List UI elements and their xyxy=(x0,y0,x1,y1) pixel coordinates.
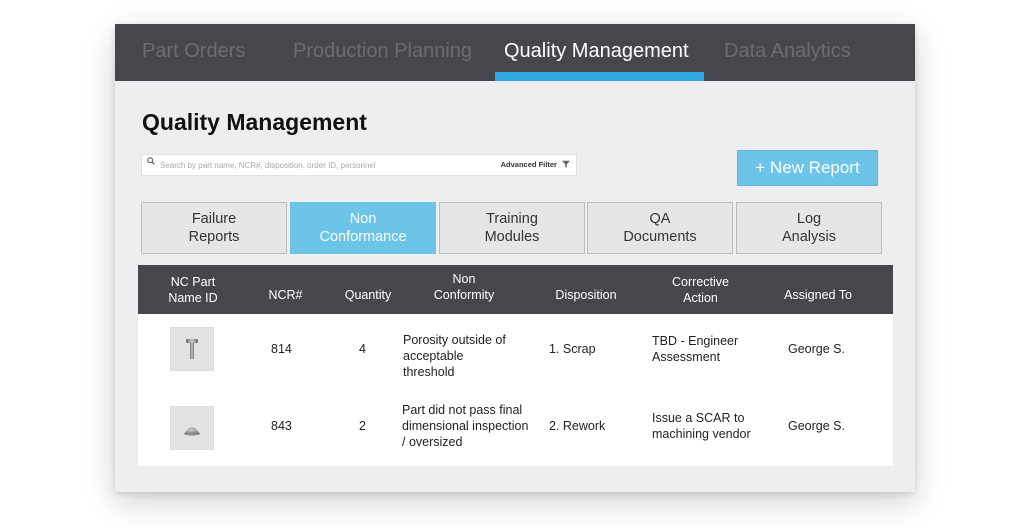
header-label: Action xyxy=(683,291,718,305)
category-label: Failure xyxy=(191,211,237,227)
category-label: Conformance xyxy=(319,229,407,245)
category-label: Analysis xyxy=(782,229,836,245)
search-bar: Advanced Filter xyxy=(141,154,577,176)
nonconformance-table: NC Part Name ID NCR# Quantity Non Conformi… xyxy=(138,265,893,466)
filter-icon xyxy=(562,160,570,168)
category-label: Non xyxy=(349,211,377,227)
text-line: dimensional inspection xyxy=(402,419,529,433)
table-row[interactable]: 814 4 Porosity outside of acceptable thr… xyxy=(138,314,893,390)
ncr-number: 843 xyxy=(271,419,292,433)
column-header-part-id[interactable]: NC Part Name ID xyxy=(168,274,218,306)
category-label: Log xyxy=(796,211,822,227)
disposition-value: 2. Rework xyxy=(549,419,606,433)
category-label: Modules xyxy=(484,229,540,245)
active-tab-indicator xyxy=(495,72,704,81)
disposition-value: 1. Scrap xyxy=(549,342,596,356)
advanced-filter-button[interactable]: Advanced Filter xyxy=(501,160,570,169)
quantity-value: 4 xyxy=(359,342,366,356)
header-label: Name ID xyxy=(168,291,218,305)
column-header-assigned-to[interactable]: Assigned To xyxy=(778,287,858,303)
corrective-action-text: Issue a SCAR to machining vendor xyxy=(652,410,751,442)
category-label: Reports xyxy=(188,229,240,245)
header-label: Corrective xyxy=(672,275,729,289)
page-title: Quality Management xyxy=(142,109,367,135)
dome-part-icon xyxy=(170,406,214,450)
category-training-modules[interactable]: Training Modules xyxy=(439,202,585,254)
advanced-filter-label: Advanced Filter xyxy=(500,160,557,169)
text-line: Assessment xyxy=(652,350,721,364)
bolt-part-icon xyxy=(170,327,214,371)
header-label: Conformity xyxy=(433,288,495,302)
table-header: NC Part Name ID NCR# Quantity Non Conformi… xyxy=(138,265,893,314)
category-label: Documents xyxy=(623,229,697,245)
quantity-value: 2 xyxy=(359,419,366,433)
category-failure-reports[interactable]: Failure Reports xyxy=(141,202,287,254)
assigned-to-value: George S. xyxy=(788,419,845,433)
app-window: Part Orders Production Planning Quality … xyxy=(115,24,915,492)
nonconformity-text: Porosity outside of acceptable threshold xyxy=(403,332,506,380)
text-line: acceptable xyxy=(403,349,464,363)
header-label: NC Part xyxy=(170,275,216,289)
tab-production-planning[interactable]: Production Planning xyxy=(293,40,472,63)
column-header-disposition[interactable]: Disposition xyxy=(551,287,621,303)
column-header-nonconformity[interactable]: Non Conformity xyxy=(424,271,504,303)
tab-part-orders[interactable]: Part Orders xyxy=(142,40,245,63)
table-row[interactable]: 843 2 Part did not pass final dimensiona… xyxy=(138,390,893,466)
column-header-ncr[interactable]: NCR# xyxy=(263,287,308,303)
corrective-action-text: TBD - Engineer Assessment xyxy=(652,333,738,365)
column-header-corrective-action[interactable]: Corrective Action xyxy=(663,274,738,306)
category-qa-documents[interactable]: QA Documents xyxy=(587,202,733,254)
text-line: / oversized xyxy=(402,435,463,449)
text-line: threshold xyxy=(403,365,455,379)
new-report-button[interactable]: + New Report xyxy=(737,150,878,186)
header-label: Non xyxy=(452,272,476,286)
tab-quality-management[interactable]: Quality Management xyxy=(504,40,689,63)
search-input[interactable] xyxy=(160,155,480,175)
text-line: TBD - Engineer xyxy=(652,334,739,348)
text-line: Porosity outside of xyxy=(403,333,506,347)
column-header-quantity[interactable]: Quantity xyxy=(338,287,398,303)
ncr-number: 814 xyxy=(271,342,292,356)
category-log-analysis[interactable]: Log Analysis xyxy=(736,202,882,254)
assigned-to-value: George S. xyxy=(788,342,845,356)
text-line: Issue a SCAR to xyxy=(652,411,745,425)
nonconformity-text: Part did not pass final dimensional insp… xyxy=(402,402,528,450)
top-navigation: Part Orders Production Planning Quality … xyxy=(115,24,915,81)
tab-data-analytics[interactable]: Data Analytics xyxy=(724,40,851,63)
text-line: machining vendor xyxy=(652,427,751,441)
search-icon xyxy=(147,157,155,168)
category-non-conformance[interactable]: Non Conformance xyxy=(290,202,436,254)
category-label: Training xyxy=(486,211,538,227)
category-label: QA xyxy=(649,211,671,227)
text-line: Part did not pass final xyxy=(402,403,523,417)
